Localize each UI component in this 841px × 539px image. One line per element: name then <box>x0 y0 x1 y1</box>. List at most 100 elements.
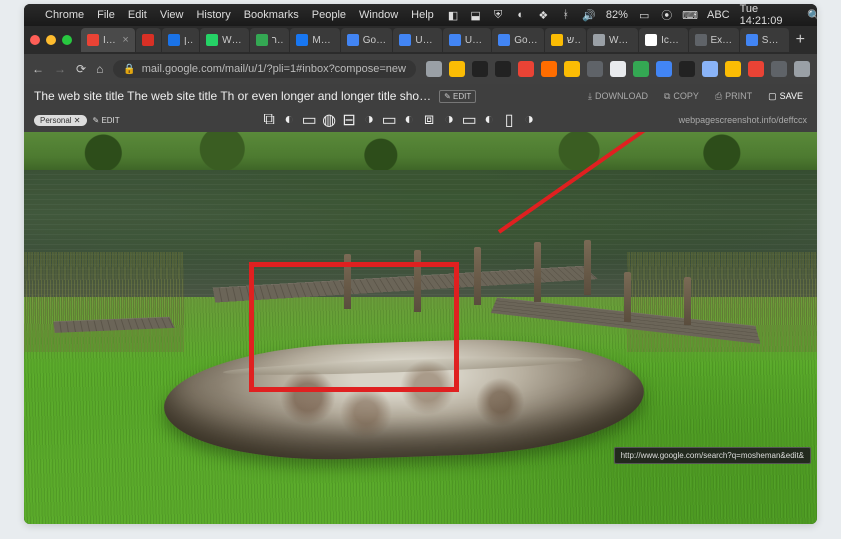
extension-icon[interactable] <box>426 61 442 77</box>
menu-edit[interactable]: Edit <box>128 9 147 21</box>
tool-line-icon[interactable]: ▭ <box>382 113 396 127</box>
browser-tab[interactable]: ספר <box>250 28 290 52</box>
copy-button[interactable]: ⧉ COPY <box>660 89 703 104</box>
tool-arrow-icon[interactable]: ◑ <box>362 113 376 127</box>
extension-icon[interactable] <box>495 61 511 77</box>
extension-icon[interactable] <box>771 61 787 77</box>
browser-tab[interactable]: Extens <box>689 28 739 52</box>
menu-people[interactable]: People <box>312 9 346 21</box>
extension-icon[interactable] <box>702 61 718 77</box>
tool-crop-icon[interactable]: ⧉ <box>262 113 276 127</box>
browser-tab[interactable]: Icon S <box>639 28 687 52</box>
browser-tab[interactable]: Messe <box>290 28 339 52</box>
minimize-window-button[interactable] <box>46 35 56 45</box>
edit-title-button[interactable]: ✎ EDIT <box>439 90 476 103</box>
battery-percent[interactable]: 82% <box>606 9 628 21</box>
extension-icon[interactable] <box>449 61 465 77</box>
bluetooth-icon[interactable]: ᚼ <box>560 8 573 22</box>
forward-button[interactable]: → <box>54 62 66 76</box>
tool-highlight-icon[interactable]: ◐ <box>282 113 296 127</box>
tab-favicon <box>296 34 308 46</box>
tool-pen-icon[interactable]: ◐ <box>402 113 416 127</box>
tag-pill[interactable]: Personal ✕ <box>34 115 87 126</box>
tool-text-icon[interactable]: ⊟ <box>342 113 356 127</box>
clock[interactable]: Tue 14:21:09 <box>740 4 798 27</box>
tab-label: Google <box>514 35 538 46</box>
tool-number-icon[interactable]: ◑ <box>442 113 456 127</box>
menu-window[interactable]: Window <box>359 9 398 21</box>
wifi-icon[interactable]: ⦿ <box>660 8 673 22</box>
extension-icon[interactable] <box>748 61 764 77</box>
menu-help[interactable]: Help <box>411 9 434 21</box>
extension-icon[interactable] <box>725 61 741 77</box>
volume-icon[interactable]: 🔊 <box>582 8 596 22</box>
browser-tab[interactable]: Untitle <box>393 28 441 52</box>
back-button[interactable]: ← <box>32 62 44 76</box>
tool-emoji-icon[interactable]: ▭ <box>462 113 476 127</box>
browser-tab[interactable]: Webpa <box>587 28 638 52</box>
page-title: The web site title The web site title Th… <box>34 89 431 103</box>
capture-canvas[interactable]: http://www.google.com/search?q=mosheman&… <box>24 132 817 524</box>
browser-tab[interactable] <box>136 28 161 52</box>
battery-icon[interactable]: ▭ <box>638 8 651 22</box>
tool-ellipse-icon[interactable]: ⧈ <box>422 113 436 127</box>
edit-tags-button[interactable]: ✎ EDIT <box>93 116 120 125</box>
app-name[interactable]: Chrome <box>45 9 84 21</box>
keyboard-icon[interactable]: ⌨ <box>683 8 697 22</box>
status-icon[interactable]: ❖ <box>537 8 550 22</box>
annotation-tools: ⧉ ◐ ▭ ◍ ⊟ ◑ ▭ ◐ ⧈ ◑ ▭ ◐ ▯ ◑ <box>124 113 675 127</box>
status-icon[interactable]: ⬓ <box>469 8 482 22</box>
tab-favicon <box>142 34 154 46</box>
link-hover-tooltip: http://www.google.com/search?q=mosheman&… <box>614 447 811 464</box>
tab-close-icon[interactable]: × <box>122 34 128 46</box>
lock-icon: 🔒 <box>123 64 135 75</box>
extension-icon[interactable] <box>794 61 810 77</box>
capture-share-url[interactable]: webpagescreenshot.info/deffccx <box>679 115 807 125</box>
fullscreen-window-button[interactable] <box>62 35 72 45</box>
print-button[interactable]: ⎙ PRINT <box>711 89 756 104</box>
menu-history[interactable]: History <box>196 9 230 21</box>
spotlight-icon[interactable]: 🔍 <box>807 8 817 22</box>
home-button[interactable]: ⌂ <box>96 62 103 76</box>
reload-button[interactable]: ⟳ <box>76 62 86 76</box>
browser-tab[interactable]: Sandb <box>740 28 789 52</box>
tool-step-icon[interactable]: ▯ <box>502 113 516 127</box>
browser-tab[interactable]: Google <box>341 28 393 52</box>
status-icon[interactable]: ◐ <box>514 8 527 22</box>
extension-icon[interactable] <box>518 61 534 77</box>
new-tab-button[interactable]: + <box>790 31 811 49</box>
tool-blur-icon[interactable]: ◍ <box>322 113 336 127</box>
save-button[interactable]: ▢ SAVE <box>764 89 807 104</box>
close-window-button[interactable] <box>30 35 40 45</box>
browser-tab[interactable]: Untitle <box>443 28 491 52</box>
shield-icon[interactable]: ⛨ <box>492 8 505 22</box>
menu-bookmarks[interactable]: Bookmarks <box>244 9 299 21</box>
tool-rect-icon[interactable]: ▭ <box>302 113 316 127</box>
extension-icon[interactable] <box>633 61 649 77</box>
address-bar[interactable]: 🔒 mail.google.com/mail/u/1/?pli=1#inbox?… <box>113 60 416 78</box>
extension-icon[interactable] <box>656 61 672 77</box>
tab-label: Icon S <box>661 35 681 46</box>
tab-favicon <box>256 34 268 46</box>
browser-tab[interactable]: חדש <box>545 28 586 52</box>
extension-icon[interactable] <box>472 61 488 77</box>
menu-view[interactable]: View <box>160 9 184 21</box>
input-source[interactable]: ABC <box>707 9 730 21</box>
browser-tab[interactable]: יומן <box>162 28 199 52</box>
extension-icon[interactable] <box>587 61 603 77</box>
extension-icon[interactable] <box>610 61 626 77</box>
menu-file[interactable]: File <box>97 9 115 21</box>
tab-label: Messe <box>312 35 333 46</box>
extension-icon[interactable] <box>679 61 695 77</box>
extension-icon[interactable] <box>564 61 580 77</box>
status-icon[interactable]: ◧ <box>447 8 460 22</box>
download-button[interactable]: ⤓ DOWNLOAD <box>584 89 652 104</box>
tool-more-icon[interactable]: ◑ <box>522 113 536 127</box>
browser-tab[interactable]: Whats <box>200 28 248 52</box>
extension-icon[interactable] <box>541 61 557 77</box>
browser-tab[interactable]: Google <box>492 28 544 52</box>
browser-tab[interactable]: Inbox× <box>81 28 135 52</box>
tool-callout-icon[interactable]: ◐ <box>482 113 496 127</box>
annotation-rectangle[interactable] <box>249 262 459 392</box>
tab-favicon <box>399 34 411 46</box>
